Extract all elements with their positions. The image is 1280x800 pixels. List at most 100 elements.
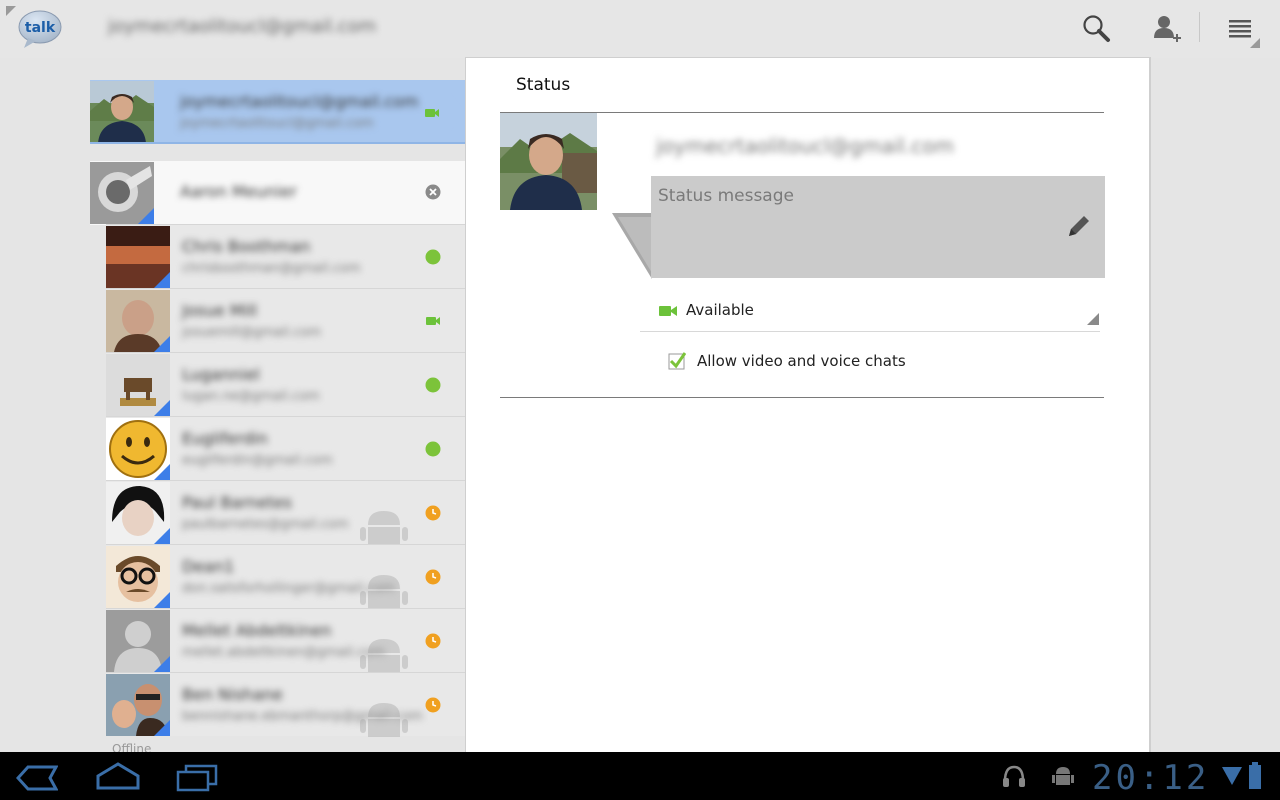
availability-value: Available [686, 301, 754, 319]
status-message-placeholder: Status message [658, 186, 794, 206]
video-available-icon [659, 306, 677, 316]
wifi-icon [1222, 767, 1242, 785]
video-available-icon [426, 317, 440, 325]
avatar [106, 290, 170, 352]
offline-section-label: Offline [112, 742, 152, 752]
contact-row[interactable]: Ben Nishane bennishane.ebmanthorp@gmail.… [106, 672, 465, 737]
remove-icon[interactable] [425, 184, 441, 200]
avatar [90, 81, 154, 143]
allow-video-label: Allow video and voice chats [697, 352, 906, 370]
badge [154, 592, 170, 608]
video-available-icon [425, 109, 439, 117]
contact-status-text: paulbarnetes@gmail.com [182, 517, 349, 532]
action-bar-separator [1199, 12, 1200, 42]
self-contact-row[interactable]: joymecrtaolitoucl@gmail.com joymecrtaoli… [90, 80, 465, 144]
status-message-input[interactable]: Status message [651, 176, 1105, 278]
contact-row[interactable]: Dean1 don.salisforhollinger@gmail.com [106, 544, 465, 609]
headphones-icon [1003, 765, 1025, 787]
avatar [106, 674, 170, 736]
contact-name: Chris Boothman [182, 237, 311, 256]
search-icon [1083, 15, 1110, 42]
contact-status-text: mellet.abdeltkinen@gmail.com [182, 645, 385, 660]
badge [154, 656, 170, 672]
contact-name: joymecrtaolitoucl@gmail.com [180, 92, 419, 111]
corner-indicator [1250, 38, 1260, 48]
avatar [106, 418, 170, 480]
talk-logo-icon[interactable]: talk [18, 10, 62, 50]
allow-video-checkbox[interactable] [668, 352, 686, 370]
contact-name: Josue Mill [182, 301, 258, 320]
contact-name: Paul Barnetes [182, 493, 292, 512]
profile-photo[interactable] [500, 113, 597, 210]
contact-name: Ben Nishane [182, 685, 283, 704]
contact-row[interactable]: Eugliferdin eugliferdin@gmail.com [106, 416, 465, 480]
contact-name: Eugliferdin [182, 429, 268, 448]
contact-row[interactable]: Luganniel lugan.ne@gmail.com [106, 352, 465, 416]
android-robot-icon [360, 703, 408, 737]
badge [154, 528, 170, 544]
contact-name: Mellet Abdeltkinen [182, 621, 332, 640]
badge [154, 400, 170, 416]
available-icon [425, 249, 441, 265]
pencil-icon[interactable] [1065, 212, 1093, 240]
divider [90, 142, 465, 144]
android-robot-icon [360, 639, 408, 673]
contact-status-text: eugliferdin@gmail.com [182, 453, 333, 468]
panel-title: Status [516, 75, 571, 95]
contact-name: Aaron Meunier [180, 182, 297, 201]
away-icon [425, 505, 441, 521]
clock[interactable]: 20:12 [1092, 758, 1209, 798]
system-bar: 20:12 [0, 752, 1280, 800]
action-bar: talk joymecrtaolitoucl@gmail.com [0, 0, 1280, 58]
account-email: joymecrtaolitoucl@gmail.com [656, 134, 955, 158]
contact-name: Dean1 [182, 557, 235, 576]
available-icon [425, 377, 441, 393]
allow-video-checkbox-row[interactable]: Allow video and voice chats [666, 350, 966, 374]
avatar [106, 482, 170, 544]
badge [154, 336, 170, 352]
contact-status-text: chrisboothman@gmail.com [182, 261, 361, 276]
status-panel: Status joymecrtaolitoucl@gmail.com Statu… [465, 57, 1151, 757]
badge [154, 720, 170, 736]
android-debug-icon [1052, 767, 1074, 785]
badge [138, 208, 154, 224]
contact-row[interactable]: Mellet Abdeltkinen mellet.abdeltkinen@gm… [106, 608, 465, 673]
selection-arrow [450, 92, 465, 132]
avatar [106, 546, 170, 608]
corner-indicator [6, 6, 16, 16]
spinner-indicator [1087, 313, 1099, 325]
contact-status-text: josuemill@gmail.com [182, 325, 322, 340]
divider [500, 397, 1104, 398]
contact-row[interactable]: Paul Barnetes paulbarnetes@gmail.com [106, 480, 465, 545]
badge [154, 272, 170, 288]
contact-status-text: joymecrtaolitoucl@gmail.com [180, 116, 374, 131]
add-contact-icon [1154, 16, 1181, 42]
android-robot-icon [360, 511, 408, 545]
android-robot-icon [360, 575, 408, 609]
battery-icon [1249, 762, 1261, 789]
badge [154, 464, 170, 480]
contact-status-text: lugan.ne@gmail.com [182, 389, 320, 404]
recent-apps-icon[interactable] [176, 764, 218, 792]
svg-text:talk: talk [25, 20, 56, 36]
contact-name: Luganniel [182, 365, 260, 384]
add-contact-button[interactable] [1150, 10, 1182, 46]
search-button[interactable] [1080, 10, 1112, 46]
contact-list[interactable]: joymecrtaolitoucl@gmail.com joymecrtaoli… [90, 80, 465, 752]
speech-tail [612, 213, 652, 279]
contact-row[interactable]: Chris Boothman chrisboothman@gmail.com [106, 224, 465, 288]
avatar [90, 162, 154, 224]
avatar [106, 610, 170, 672]
back-icon[interactable] [16, 764, 58, 792]
account-email: joymecrtaolitoucl@gmail.com [108, 16, 377, 37]
available-icon [425, 441, 441, 457]
away-icon [425, 697, 441, 713]
contact-row-expanded[interactable]: Aaron Meunier [90, 161, 465, 225]
away-icon [425, 633, 441, 649]
home-icon[interactable] [96, 762, 140, 792]
availability-spinner[interactable]: Available [640, 290, 1100, 332]
avatar [106, 354, 170, 416]
contact-row[interactable]: Josue Mill josuemill@gmail.com [106, 288, 465, 352]
avatar [106, 226, 170, 288]
away-icon [425, 569, 441, 585]
